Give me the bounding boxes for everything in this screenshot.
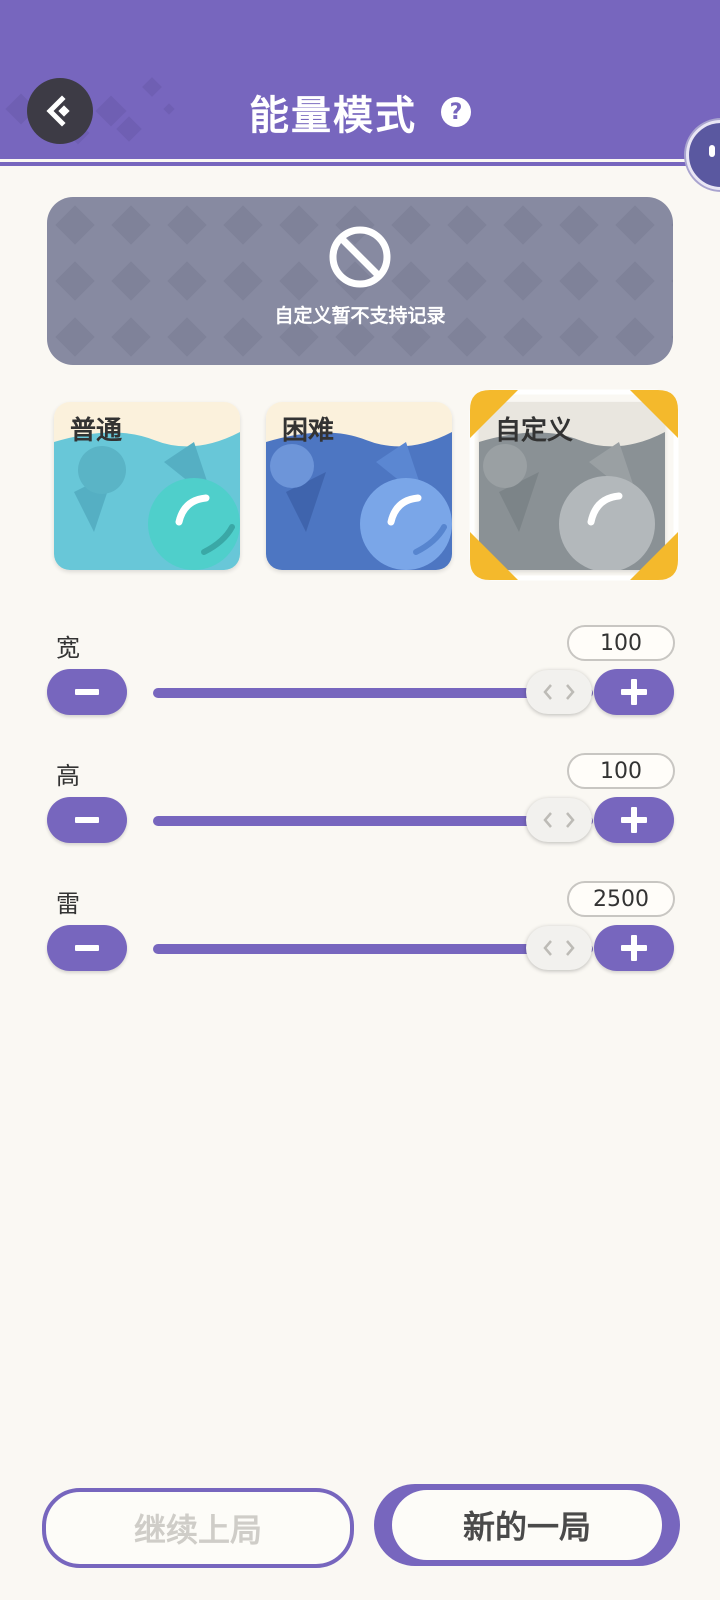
- bubble-eye-left: [709, 145, 715, 157]
- mines-value-field[interactable]: 2500: [567, 881, 675, 917]
- height-increase-button[interactable]: [594, 797, 674, 843]
- new-game-button[interactable]: 新的一局: [392, 1490, 662, 1560]
- width-increase-button[interactable]: [594, 669, 674, 715]
- mode-card-normal[interactable]: 普通: [54, 402, 240, 570]
- minus-icon: [75, 817, 99, 823]
- width-value-field[interactable]: 100: [567, 625, 675, 661]
- plus-icon: [621, 935, 647, 961]
- mode-label-hard: 困难: [282, 416, 335, 446]
- mines-decrease-button[interactable]: [47, 925, 127, 971]
- help-icon[interactable]: ?: [441, 97, 471, 127]
- header-separator: [0, 159, 720, 162]
- mines-label: 雷: [56, 890, 80, 918]
- plus-icon: [621, 679, 647, 705]
- height-decrease-button[interactable]: [47, 797, 127, 843]
- drag-handle-icon: [543, 812, 575, 828]
- prohibited-icon: [329, 226, 391, 288]
- mode-label-normal: 普通: [70, 416, 123, 446]
- page-title: 能量模式: [249, 93, 417, 139]
- minus-icon: [75, 945, 99, 951]
- record-unsupported-banner: 自定义暂不支持记录: [47, 197, 673, 365]
- banner-message: 自定义暂不支持记录: [274, 305, 446, 327]
- drag-handle-icon: [543, 684, 575, 700]
- selected-frame-corners: [469, 389, 679, 581]
- continue-game-button[interactable]: 继续上局: [42, 1488, 354, 1568]
- width-decrease-button[interactable]: [47, 669, 127, 715]
- width-label: 宽: [56, 634, 80, 662]
- height-label: 高: [56, 762, 80, 790]
- mines-slider-thumb[interactable]: [526, 926, 592, 970]
- height-value-field[interactable]: 100: [567, 753, 675, 789]
- plus-icon: [621, 807, 647, 833]
- drag-handle-icon: [543, 940, 575, 956]
- width-slider-thumb[interactable]: [526, 670, 592, 714]
- title-row: 能量模式 ?: [0, 84, 720, 140]
- minus-icon: [75, 689, 99, 695]
- height-slider-thumb[interactable]: [526, 798, 592, 842]
- mines-increase-button[interactable]: [594, 925, 674, 971]
- mode-card-hard[interactable]: 困难: [266, 402, 452, 570]
